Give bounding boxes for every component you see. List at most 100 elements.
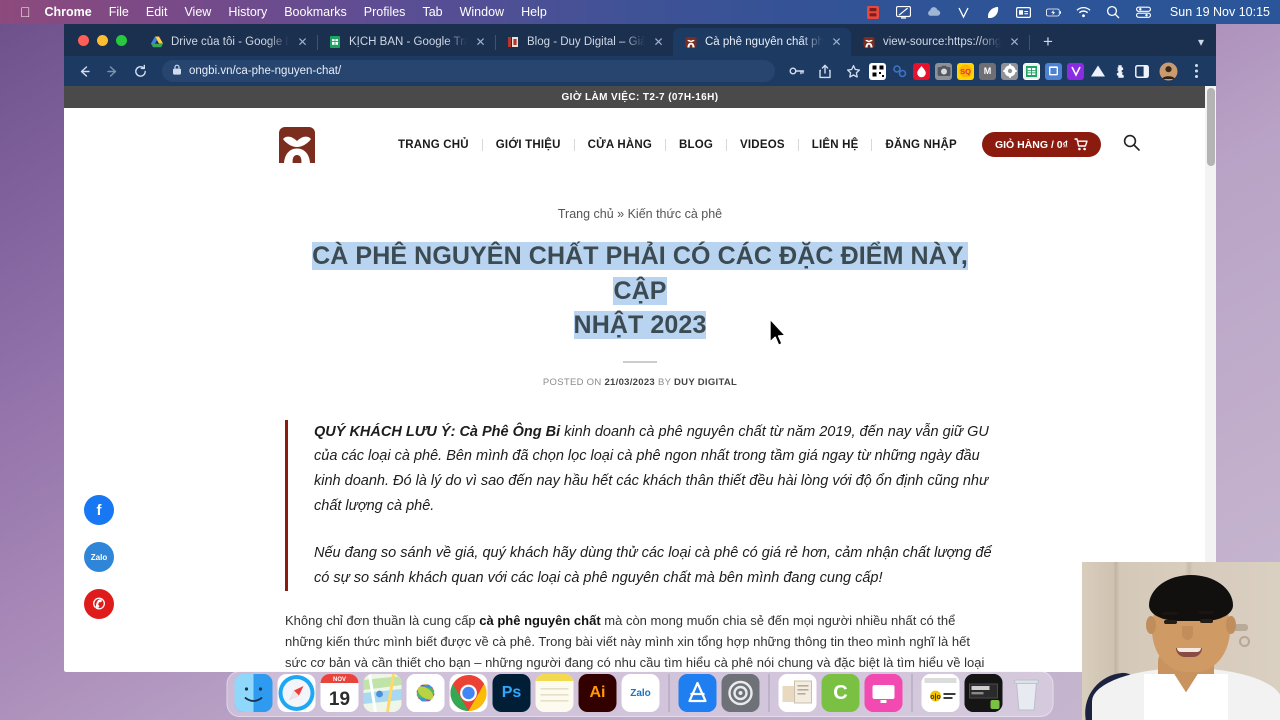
maximize-window-button[interactable] — [116, 34, 127, 46]
chevron-down-icon[interactable]: ▾ — [1198, 35, 1204, 49]
dock-item-note-file[interactable]: o|o — [921, 674, 960, 712]
tab-close-icon[interactable]: ✕ — [1008, 35, 1021, 49]
seo-icon[interactable]: SQ — [957, 62, 974, 80]
menu-item-edit[interactable]: Edit — [146, 5, 168, 19]
new-tab-button[interactable]: + — [1035, 28, 1061, 56]
dock-item-trash[interactable] — [1008, 674, 1046, 712]
tab-title: Blog - Duy Digital – Giải pháp — [527, 36, 645, 48]
dock-item-camtasia[interactable]: C — [821, 674, 860, 712]
site-search-icon[interactable] — [1123, 134, 1140, 156]
dock-item-folder-documents[interactable] — [778, 674, 817, 712]
nav-item-cua-hang[interactable]: CỬA HÀNG — [575, 138, 667, 151]
dock-item-safari[interactable] — [277, 674, 316, 712]
tab-google-sheets[interactable]: KỊCH BẢN - Google Trang tính ✕ — [317, 28, 496, 56]
tab-google-drive[interactable]: Drive của tôi - Google Drive ✕ — [139, 28, 318, 56]
ongbi-icon — [863, 37, 875, 48]
camera-icon[interactable] — [935, 62, 952, 80]
dock-item-illustrator[interactable]: Ai — [578, 674, 617, 712]
dock-item-dark-file[interactable] — [964, 674, 1003, 712]
side-panel-icon[interactable] — [1133, 63, 1150, 80]
qr-code-icon[interactable] — [869, 62, 886, 80]
phone-call-button[interactable]: ✆ — [84, 589, 114, 619]
profile-avatar[interactable] — [1156, 59, 1180, 83]
triangle-icon[interactable] — [1089, 63, 1106, 80]
search-icon[interactable] — [1106, 5, 1121, 20]
key-icon[interactable] — [785, 59, 809, 83]
forward-arrow-icon[interactable] — [100, 59, 124, 83]
facebook-share-button[interactable]: f — [84, 495, 114, 525]
v-purple-icon[interactable] — [1067, 62, 1084, 80]
address-bar-url[interactable]: ongbi.vn/ca-phe-nguyen-chat/ — [189, 65, 341, 77]
record-icon[interactable] — [866, 5, 881, 20]
control-center-icon[interactable] — [1135, 5, 1151, 20]
dock-item-photos[interactable] — [406, 674, 445, 712]
dock-item-zalo[interactable]: Zalo — [621, 674, 660, 712]
tab-ongbi-article[interactable]: Cà phê nguyên chất phải có c ✕ — [673, 28, 851, 56]
menu-item-profiles[interactable]: Profiles — [364, 5, 406, 19]
zalo-share-button[interactable]: Zalo — [84, 542, 114, 572]
tab-close-icon[interactable]: ✕ — [652, 35, 665, 49]
dock-separator — [768, 674, 770, 712]
menu-item-file[interactable]: File — [109, 5, 129, 19]
nav-item-videos[interactable]: VIDEOS — [727, 138, 799, 151]
link-icon[interactable] — [891, 63, 908, 80]
scrollbar-thumb[interactable] — [1207, 88, 1215, 166]
tab-duy-digital-blog[interactable]: Blog - Duy Digital – Giải pháp ✕ — [495, 28, 674, 56]
battery-charging-icon[interactable] — [1045, 5, 1061, 20]
share-icon[interactable] — [813, 59, 837, 83]
dock-item-app-store[interactable] — [678, 674, 717, 712]
dock-item-finder[interactable] — [234, 674, 273, 712]
apple-menu-icon[interactable]:  — [20, 5, 31, 19]
tab-close-icon[interactable]: ✕ — [830, 35, 843, 49]
macos-menu-bar:  Chrome File Edit View History Bookmark… — [0, 0, 1280, 24]
dock-item-screen-app[interactable] — [864, 674, 903, 712]
tab-close-icon[interactable]: ✕ — [474, 35, 487, 49]
post-author[interactable]: DUY DIGITAL — [674, 377, 737, 388]
gmail-icon[interactable]: M — [979, 62, 996, 80]
menubar-clock[interactable]: Sun 19 Nov 10:15 — [1170, 5, 1270, 19]
dock-item-photoshop[interactable]: Ps — [492, 674, 531, 712]
bookmark-star-icon[interactable] — [841, 59, 865, 83]
cart-button[interactable]: GIỎ HÀNG / 0₫ — [981, 132, 1102, 157]
menu-item-history[interactable]: History — [228, 5, 267, 19]
close-window-button[interactable] — [78, 34, 89, 46]
screen-share-icon[interactable] — [895, 5, 911, 20]
reload-icon[interactable] — [128, 59, 152, 83]
menu-item-bookmarks[interactable]: Bookmarks — [284, 5, 347, 19]
nav-item-dang-nhap[interactable]: ĐĂNG NHẬP — [872, 139, 969, 151]
gear-icon[interactable] — [1001, 62, 1018, 80]
puzzle-icon[interactable] — [1111, 63, 1128, 80]
presenter-webcam-overlay[interactable] — [1082, 562, 1280, 720]
menu-item-window[interactable]: Window — [460, 5, 504, 19]
nav-item-gioi-thieu[interactable]: GIỚI THIỆU — [483, 138, 575, 151]
dock-item-chrome[interactable] — [449, 674, 488, 712]
red-drop-icon[interactable] — [913, 62, 930, 80]
nav-item-trang-chu[interactable]: TRANG CHỦ — [385, 138, 483, 151]
dock-item-notes[interactable] — [535, 674, 574, 712]
menu-item-chrome[interactable]: Chrome — [45, 5, 92, 19]
menu-item-view[interactable]: View — [184, 5, 211, 19]
dock-item-calendar[interactable]: NOV 19 — [320, 674, 359, 712]
sheets-green-icon[interactable] — [1023, 62, 1040, 80]
feather-icon[interactable] — [986, 5, 1001, 20]
window-icon[interactable] — [1045, 62, 1062, 80]
three-dots-menu-icon[interactable] — [1184, 59, 1208, 83]
display-icon[interactable] — [1015, 5, 1031, 20]
ongbi-logo[interactable] — [269, 117, 325, 173]
menu-item-tab[interactable]: Tab — [422, 5, 442, 19]
extensions-area: SQ M — [869, 62, 1152, 80]
menu-item-help[interactable]: Help — [521, 5, 547, 19]
right-eyebrow — [1198, 611, 1214, 614]
dock-item-settings[interactable] — [721, 674, 760, 712]
nav-item-lien-he[interactable]: LIÊN HỆ — [799, 138, 873, 151]
v-letter-icon[interactable] — [956, 5, 971, 20]
wifi-icon[interactable] — [1076, 5, 1091, 20]
back-arrow-icon[interactable] — [72, 59, 96, 83]
nav-item-blog[interactable]: BLOG — [666, 138, 728, 151]
address-bar[interactable]: ongbi.vn/ca-phe-nguyen-chat/ — [162, 60, 775, 82]
minimize-window-button[interactable] — [97, 34, 108, 46]
cloud-icon[interactable] — [926, 5, 941, 20]
tab-view-source[interactable]: view-source:https://ongbi.vn/ ✕ — [851, 28, 1030, 56]
tab-close-icon[interactable]: ✕ — [296, 35, 309, 49]
dock-item-maps[interactable] — [363, 674, 402, 712]
